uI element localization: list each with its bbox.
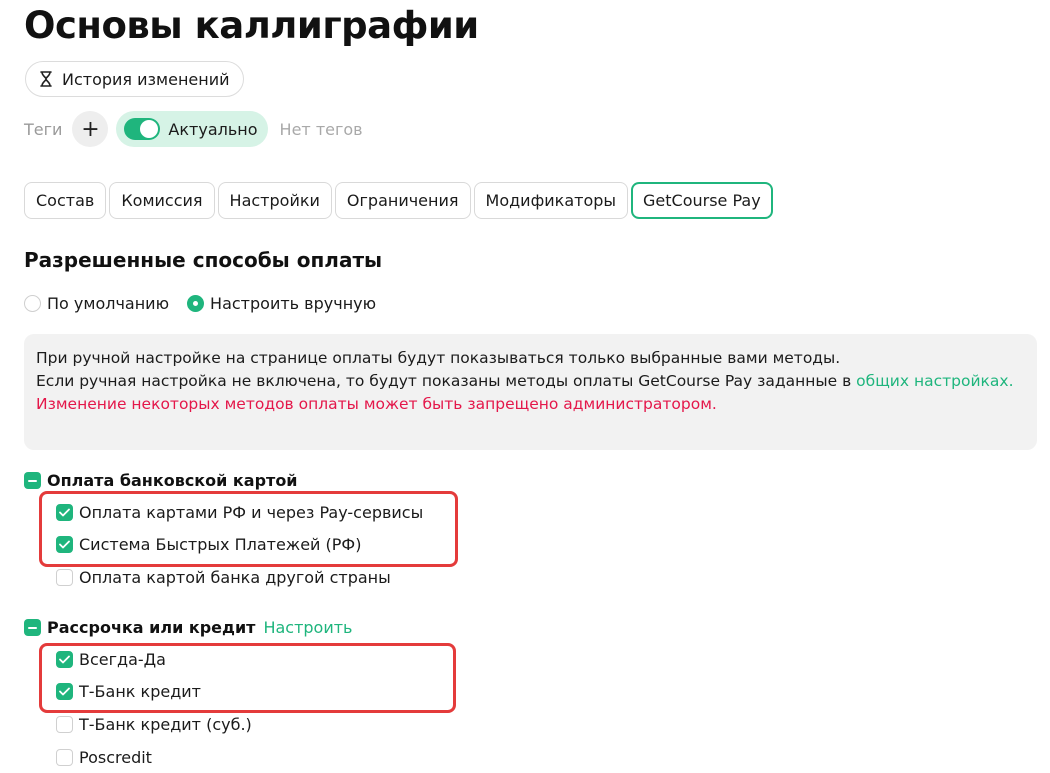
info-box: При ручной настройке на странице оплаты … (24, 334, 1037, 450)
highlight-frame (39, 491, 458, 567)
radio-default[interactable]: По умолчанию (24, 294, 169, 313)
page-title: Основы каллиграфии (24, 4, 479, 47)
hourglass-icon (38, 70, 54, 88)
radio-default-circle[interactable] (24, 295, 41, 312)
actual-status-pill[interactable]: Актуально (116, 111, 268, 147)
info-line-2-text: Если ручная настройка не включена, то бу… (36, 372, 857, 390)
tab-commission[interactable]: Комиссия (109, 182, 215, 219)
radio-default-label: По умолчанию (47, 294, 170, 313)
group-installment-toggle[interactable] (24, 619, 41, 636)
tab-modifiers[interactable]: Модификаторы (473, 182, 629, 219)
radio-manual[interactable]: Настроить вручную (187, 294, 376, 313)
mode-radio-group: По умолчанию Настроить вручную (24, 294, 394, 313)
radio-manual-label: Настроить вручную (210, 294, 377, 313)
tags-label: Теги (24, 119, 63, 139)
tags-row: Теги + Актуально Нет тегов (24, 111, 363, 147)
group-installment: Рассрочка или кредит Настроить (24, 618, 352, 637)
tab-composition[interactable]: Состав (24, 182, 107, 219)
history-button-label: История изменений (62, 69, 230, 89)
tab-getcourse-pay[interactable]: GetCourse Pay (631, 182, 773, 219)
setup-link[interactable]: Настроить (263, 618, 352, 637)
option-label: Т-Банк кредит (суб.) (79, 715, 252, 734)
checkbox-unchecked[interactable] (56, 716, 73, 733)
add-tag-button[interactable]: + (72, 111, 109, 147)
info-line-2: Если ручная настройка не включена, то бу… (36, 370, 1025, 393)
option-tbank-credit-sub[interactable]: Т-Банк кредит (суб.) (56, 715, 252, 734)
actual-label: Актуально (168, 119, 258, 139)
section-title: Разрешенные способы оплаты (24, 248, 383, 272)
general-settings-link[interactable]: общих настройках. (856, 372, 1013, 390)
tab-settings[interactable]: Настройки (217, 182, 332, 219)
option-foreign-card[interactable]: Оплата картой банка другой страны (56, 568, 391, 587)
group-installment-title: Рассрочка или кредит (47, 618, 256, 637)
tabs: Состав Комиссия Настройки Ограничения Мо… (24, 182, 773, 219)
highlight-frame (39, 643, 456, 713)
option-label: Poscredit (79, 748, 152, 767)
option-poscredit[interactable]: Poscredit (56, 748, 152, 767)
group-card-payment-toggle[interactable] (24, 472, 41, 489)
option-label: Оплата картой банка другой страны (79, 568, 391, 587)
tab-restrictions[interactable]: Ограничения (334, 182, 471, 219)
plus-icon: + (81, 116, 100, 142)
admin-warning: Изменение некоторых методов оплаты может… (36, 395, 717, 413)
radio-manual-circle[interactable] (187, 295, 205, 312)
history-button[interactable]: История изменений (25, 61, 244, 97)
checkbox-unchecked[interactable] (56, 569, 73, 586)
actual-toggle[interactable] (124, 118, 161, 140)
group-card-payment-title: Оплата банковской картой (47, 471, 298, 490)
info-line-1: При ручной настройке на странице оплаты … (36, 349, 841, 367)
group-card-payment: Оплата банковской картой (24, 471, 298, 490)
toggle-knob (140, 120, 159, 138)
checkbox-unchecked[interactable] (56, 749, 73, 766)
no-tags-label: Нет тегов (279, 119, 363, 139)
